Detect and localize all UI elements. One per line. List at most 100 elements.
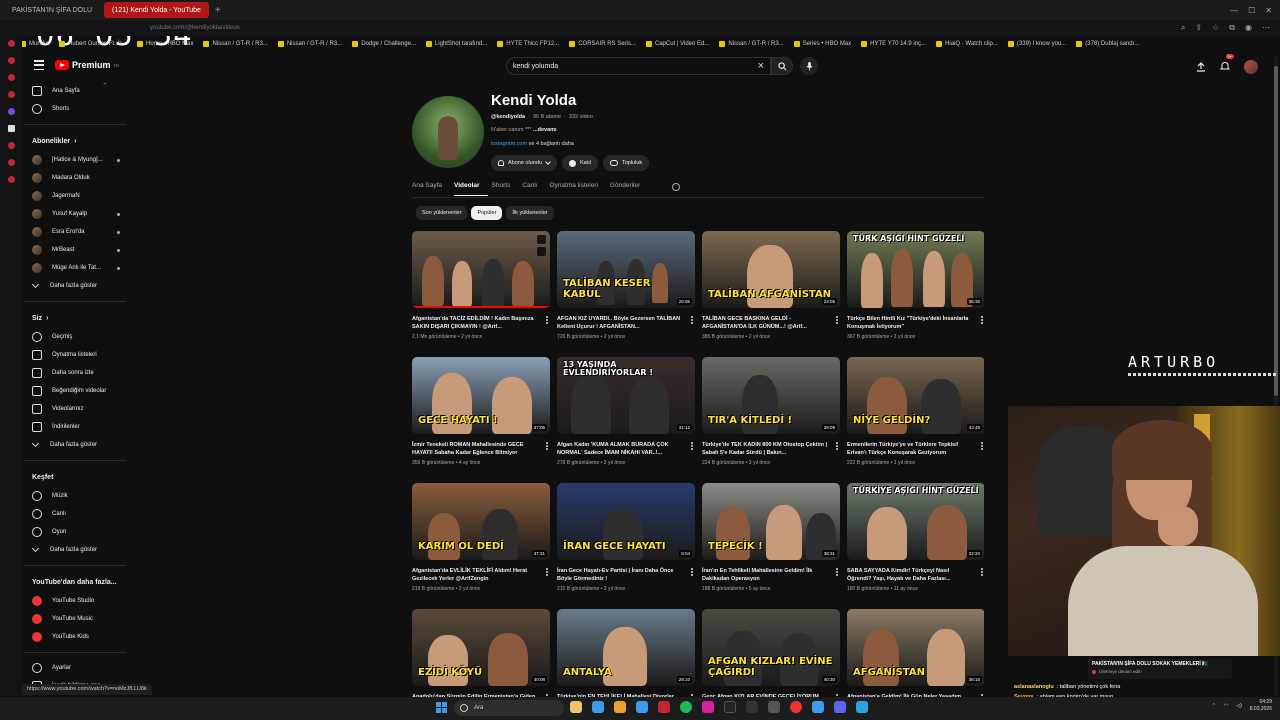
- video-thumbnail[interactable]: ANTALYA 28:10: [557, 609, 695, 686]
- more-options-icon[interactable]: [836, 568, 838, 576]
- video-card[interactable]: EZİDİ KÖYÜ40:08Anadolu'dan Sürgün Edilip…: [412, 609, 550, 701]
- video-notification[interactable]: PAKİSTAN'IN ŞİFA DOLU SOKAK YEMEKLERİ 🇵🇰…: [1088, 659, 1232, 679]
- video-card[interactable]: 13 YAŞINDA EVLENDİRİYORLAR ! 31:12 Afgan K…: [557, 357, 695, 483]
- guide-item-youtube-app[interactable]: YouTube Studio: [24, 592, 126, 610]
- guide-item-music[interactable]: Müzik: [24, 487, 126, 505]
- video-card[interactable]: AFGAN KIZLAR! EVİNE ÇAĞIRDI40:30Genç Afg…: [702, 609, 840, 701]
- video-title[interactable]: Afganistan'da TACİZ EDİLDİM ! Kadın Başı…: [412, 315, 540, 332]
- channel-search-icon[interactable]: [672, 183, 680, 191]
- tiktok-icon[interactable]: [724, 701, 736, 713]
- bookmark-item[interactable]: HYTE Y70 14.9 inç...: [861, 41, 926, 47]
- share-icon[interactable]: ⇪: [1195, 23, 1202, 33]
- spotify-icon[interactable]: [680, 701, 692, 713]
- video-card[interactable]: TALİBAN KESER KABUL 28:06 AFGAN KIZ UYARDI…: [557, 231, 695, 357]
- bookmark-item[interactable]: (378) Dublaj sandı...: [1076, 41, 1139, 47]
- guide-item-history[interactable]: Geçmiş: [24, 328, 126, 346]
- video-thumbnail[interactable]: TALİBAN AFGANİSTAN 24:05: [702, 231, 840, 308]
- bookmark-item[interactable]: Series • HBO Max: [793, 41, 851, 47]
- video-thumbnail[interactable]: TÜRKİYE AŞIĞI HİNT GÜZELİ 32:20: [847, 483, 984, 560]
- x-icon[interactable]: [7, 125, 15, 132]
- subscription-item[interactable]: [Hatice & Myung]...: [24, 151, 126, 169]
- notifications-button[interactable]: 9+: [1219, 54, 1234, 76]
- more-options-icon[interactable]: [981, 568, 983, 576]
- add-to-queue-icon[interactable]: [537, 247, 546, 256]
- bookmark-item[interactable]: LightShot tarafınd...: [425, 41, 487, 47]
- guide-item-playlist[interactable]: Oynatma listeleri: [24, 346, 126, 364]
- subscription-item[interactable]: MrBeast: [24, 241, 126, 259]
- community-button[interactable]: Topluluk: [602, 155, 650, 171]
- browser-tab[interactable]: PAKİSTAN'IN ŞİFA DOLU: [4, 2, 100, 18]
- video-card[interactable]: Afganistan'da TACİZ EDİLDİM ! Kadın Başı…: [412, 231, 550, 357]
- subscription-item[interactable]: JagermaN: [24, 187, 126, 205]
- video-card[interactable]: İRAN GECE HAYATI 8:04 İran Gece Hayatı-Ev …: [557, 483, 695, 609]
- video-title[interactable]: SABA SAYYADA Kimdir! Türkçeyi Nasıl Öğre…: [847, 567, 975, 584]
- sort-chip[interactable]: Son yüklenenler: [416, 206, 468, 220]
- close-icon[interactable]: ✕: [1265, 6, 1272, 15]
- video-title[interactable]: Ermenilerin Türkiye'ye ve Türklere Tepki…: [847, 441, 975, 458]
- channel-tab[interactable]: Canlı: [522, 180, 545, 196]
- video-thumbnail[interactable]: 13 YAŞINDA EVLENDİRİYORLAR ! 31:12: [557, 357, 695, 434]
- video-thumbnail[interactable]: KARIM OL DEDİ 37:31: [412, 483, 550, 560]
- channel-tab[interactable]: Ana Sayfa: [412, 180, 450, 196]
- bookmark-item[interactable]: HYTE Thicc FP12...: [497, 41, 559, 47]
- video-card[interactable]: TIR'A KİTLEDİ ! 28:09 Türkiye'de TEK KADIN…: [702, 357, 840, 483]
- channel-tab[interactable]: Gönderiler: [610, 180, 648, 196]
- video-thumbnail[interactable]: İRAN GECE HAYATI 8:04: [557, 483, 695, 560]
- channel-avatar[interactable]: [412, 96, 484, 168]
- search-input[interactable]: kendi yolumda ×: [506, 57, 771, 75]
- more-options-icon[interactable]: [836, 316, 838, 324]
- video-title[interactable]: TALİBAN GECE BASKINA GELDİ - AFGANİSTAN'…: [702, 315, 830, 332]
- discord-icon[interactable]: [834, 701, 846, 713]
- video-thumbnail[interactable]: TÜRK AŞIĞI HİNT GÜZELİ 36:36: [847, 231, 984, 308]
- guide-item-1[interactable]: Shorts: [24, 100, 126, 118]
- settings-icon[interactable]: ⋯: [1262, 23, 1270, 33]
- taskbar-app-icon[interactable]: [768, 701, 780, 713]
- video-title[interactable]: Türkçe Bilen Hintli Kız "Türkiye'deki İn…: [847, 315, 975, 332]
- bookmark-item[interactable]: Dodge / Challenge...: [352, 41, 416, 47]
- bookmark-item[interactable]: (339) I know you...: [1007, 41, 1066, 47]
- you-header[interactable]: Siz ›: [24, 308, 126, 328]
- video-card[interactable]: TÜRKİYE AŞIĞI HİNT GÜZELİ 32:20 SABA SAYYA…: [847, 483, 984, 609]
- upload-icon[interactable]: [1196, 62, 1206, 72]
- subscription-item[interactable]: Yusuf Kayalp: [24, 205, 126, 223]
- taskbar-app-icon[interactable]: [570, 701, 582, 713]
- sort-chip[interactable]: İlk yüklenenler: [506, 206, 554, 220]
- tray-clock[interactable]: 04:29 8.03.2026: [1250, 699, 1272, 712]
- guide-item-download[interactable]: İndirilenler: [24, 418, 126, 436]
- taskbar-search[interactable]: Ara: [454, 700, 564, 716]
- join-button[interactable]: Katıl: [561, 155, 598, 171]
- more-options-icon[interactable]: [546, 568, 548, 576]
- video-card[interactable]: NİYE GELDİN? 43:49 Ermenilerin Türkiye'ye …: [847, 357, 984, 483]
- show-more-you[interactable]: Daha fazla göster: [24, 436, 126, 454]
- guide-item-gear[interactable]: Ayarlar: [24, 659, 126, 677]
- video-thumbnail[interactable]: AFGANİSTAN 38:16: [847, 609, 984, 686]
- video-thumbnail[interactable]: GECE HAYATI ! 37:06: [412, 357, 550, 434]
- wifi-icon[interactable]: ◠: [1224, 703, 1228, 709]
- video-title[interactable]: AFGAN KIZ UYARDI.. Böyle Gezersen TALİBA…: [557, 315, 685, 332]
- scrollbar-thumb[interactable]: [1274, 66, 1278, 396]
- telegram-icon[interactable]: [856, 701, 868, 713]
- bookmark-item[interactable]: Mureka: [20, 41, 49, 47]
- guide-item-like[interactable]: Beğendiğim videolar: [24, 382, 126, 400]
- more-options-icon[interactable]: [981, 316, 983, 324]
- sidebar-app-icon[interactable]: [7, 74, 15, 81]
- zoom-icon[interactable]: ⌕: [1181, 23, 1185, 33]
- youtube-premium-logo[interactable]: Premium TR: [55, 60, 119, 70]
- opera-icon[interactable]: [658, 701, 670, 713]
- show-more-subscriptions[interactable]: Daha fazla göster: [24, 277, 126, 295]
- guide-item-youtube-app[interactable]: YouTube Music: [24, 610, 126, 628]
- video-title[interactable]: İran'ın En Tehlikeli Mahallesine Geldim!…: [702, 567, 830, 584]
- guide-item-0[interactable]: Ana Sayfa: [24, 82, 126, 100]
- taskbar-app-icon[interactable]: [592, 701, 604, 713]
- subscriptions-header[interactable]: Abonelikler ›: [24, 131, 126, 151]
- more-options-icon[interactable]: [981, 442, 983, 450]
- guide-collapse-icon[interactable]: ⌃: [102, 82, 108, 90]
- video-card[interactable]: TALİBAN AFGANİSTAN 24:05 TALİBAN GECE BASK…: [702, 231, 840, 357]
- more-options-icon[interactable]: [546, 316, 548, 324]
- channel-tab[interactable]: Videolar: [454, 180, 488, 196]
- subscription-item[interactable]: Esra Erol'da: [24, 223, 126, 241]
- bookmark-item[interactable]: Nissan / GT-R / R3...: [277, 41, 342, 47]
- video-thumbnail[interactable]: TEPECİK ! 38:31: [702, 483, 840, 560]
- guide-item-youtube-app[interactable]: YouTube Kids: [24, 628, 126, 646]
- browser-tab-active[interactable]: (121) Kendi Yolda - YouTube: [104, 2, 209, 18]
